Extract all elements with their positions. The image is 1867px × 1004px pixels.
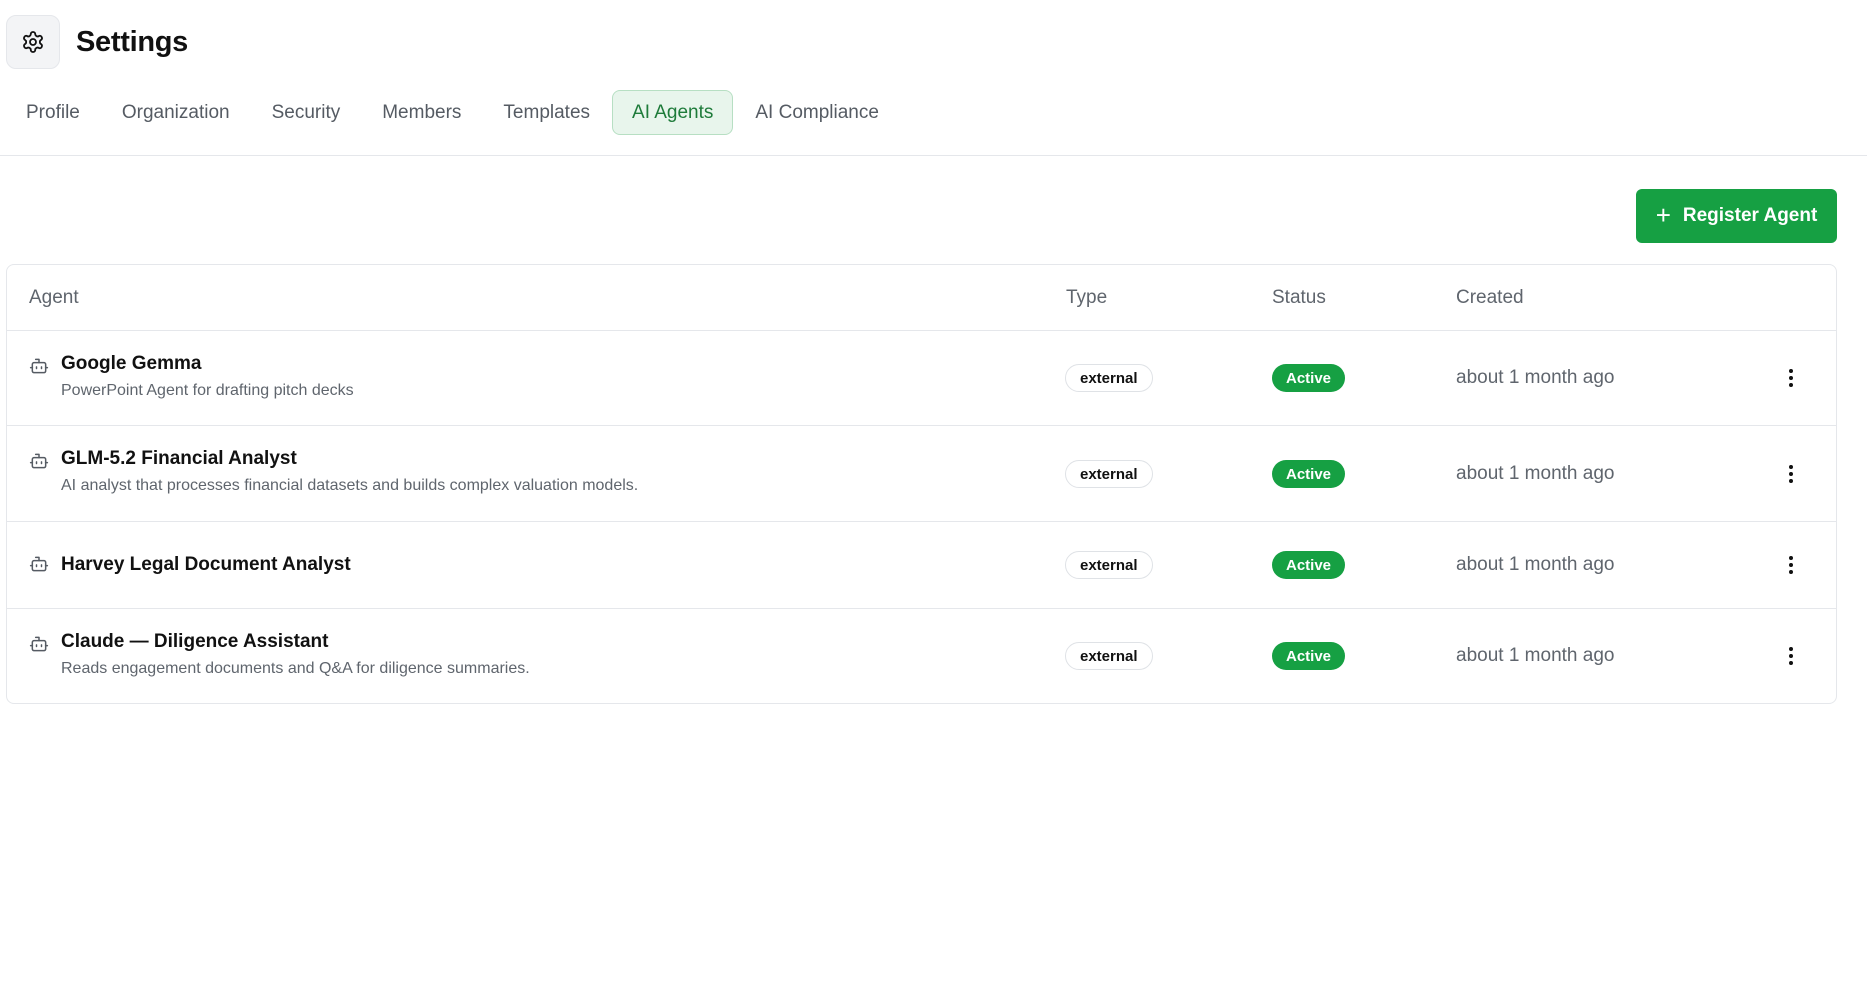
status-badge: Active: [1272, 642, 1346, 670]
type-badge: external: [1065, 460, 1153, 488]
table-row[interactable]: Harvey Legal Document Analyst external A…: [7, 522, 1836, 609]
table-row[interactable]: Google Gemma PowerPoint Agent for drafti…: [7, 331, 1836, 426]
agent-name[interactable]: Claude — Diligence Assistant: [61, 631, 328, 653]
table-header: Agent Type Status Created: [7, 265, 1836, 331]
more-vertical-icon[interactable]: [1782, 553, 1800, 577]
column-header-created: Created: [1456, 287, 1524, 308]
created-time: about 1 month ago: [1456, 367, 1615, 388]
tab-security[interactable]: Security: [252, 90, 361, 135]
status-badge: Active: [1272, 460, 1346, 488]
more-vertical-icon[interactable]: [1782, 644, 1800, 668]
tab-ai-agents[interactable]: AI Agents: [612, 90, 734, 135]
created-time: about 1 month ago: [1456, 645, 1615, 666]
type-badge: external: [1065, 551, 1153, 579]
agent-name[interactable]: GLM-5.2 Financial Analyst: [61, 448, 297, 470]
register-agent-label: Register Agent: [1682, 205, 1818, 226]
register-agent-button[interactable]: + Register Agent: [1636, 189, 1837, 243]
type-badge: external: [1065, 364, 1153, 392]
status-badge: Active: [1272, 551, 1346, 579]
page-title: Settings: [76, 25, 188, 58]
table-row[interactable]: GLM-5.2 Financial Analyst AI analyst tha…: [7, 426, 1836, 522]
created-time: about 1 month ago: [1456, 554, 1615, 575]
column-header-type: Type: [1066, 287, 1108, 308]
agent-description: Reads engagement documents and Q&A for d…: [61, 660, 530, 677]
gear-icon: [6, 15, 60, 69]
bot-icon: [29, 636, 49, 652]
more-vertical-icon[interactable]: [1782, 462, 1800, 486]
bot-icon: [29, 453, 49, 469]
settings-tabs: Profile Organization Security Members Te…: [6, 90, 901, 135]
agent-name[interactable]: Google Gemma: [61, 353, 201, 375]
tab-members[interactable]: Members: [362, 90, 481, 135]
status-badge: Active: [1272, 364, 1346, 392]
bot-icon: [29, 358, 49, 374]
agent-name[interactable]: Harvey Legal Document Analyst: [61, 554, 351, 576]
title-row: Settings: [6, 15, 188, 69]
plus-icon: +: [1655, 200, 1671, 230]
agents-table: Agent Type Status Created Google Gemma P…: [6, 264, 1837, 704]
tab-ai-compliance[interactable]: AI Compliance: [735, 90, 899, 135]
created-time: about 1 month ago: [1456, 463, 1615, 484]
bot-icon: [29, 556, 49, 572]
column-header-agent: Agent: [29, 287, 79, 308]
table-row[interactable]: Claude — Diligence Assistant Reads engag…: [7, 609, 1836, 703]
more-vertical-icon[interactable]: [1782, 366, 1800, 390]
tab-profile[interactable]: Profile: [6, 90, 100, 135]
agent-description: PowerPoint Agent for drafting pitch deck…: [61, 382, 354, 399]
agent-description: AI analyst that processes financial data…: [61, 477, 639, 494]
tab-organization[interactable]: Organization: [102, 90, 250, 135]
settings-header: Settings Profile Organization Security M…: [0, 0, 1867, 156]
type-badge: external: [1065, 642, 1153, 670]
tab-templates[interactable]: Templates: [483, 90, 610, 135]
column-header-status: Status: [1272, 287, 1326, 308]
